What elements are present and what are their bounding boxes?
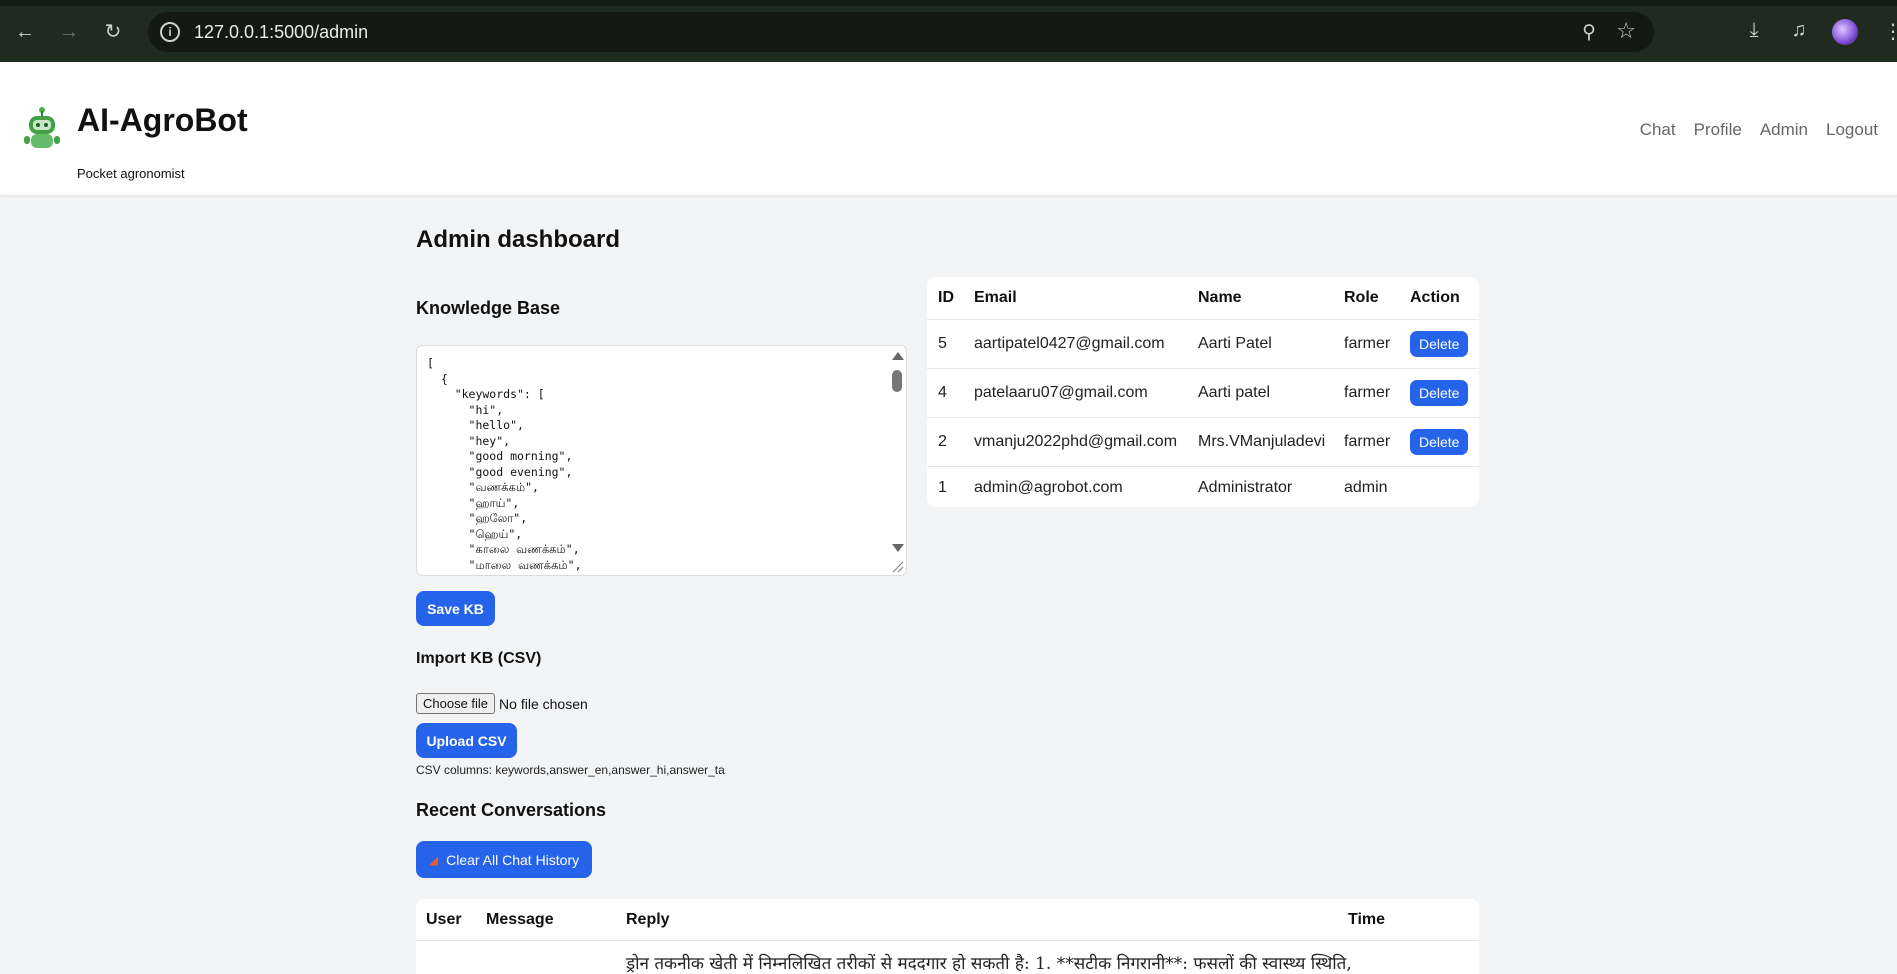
nav-profile[interactable]: Profile [1694,120,1742,140]
delete-user-button[interactable]: Delete [1410,379,1469,406]
zoom-icon[interactable]: ⚲ [1582,21,1596,44]
reload-icon[interactable]: ↻ [100,19,126,45]
knowledge-base-editor[interactable]: [ { "keywords": [ "hi", "hello", "hey", … [416,345,907,576]
column-header: Reply [626,911,670,928]
app-header: AI-AgroBot Pocket agronomist Chat Profil… [0,62,1897,196]
clear-chat-history-button[interactable]: ◢ Clear All Chat History [416,841,592,878]
column-header: Message [486,911,554,928]
user-action-empty [1399,466,1479,509]
import-kb-heading: Import KB (CSV) [416,650,542,667]
users-table: ID Email Name Role Action 5 aartipatel04… [927,277,1479,507]
forward-arrow-icon[interactable]: → [56,19,82,45]
app-subtitle: Pocket agronomist [77,166,185,181]
robot-logo-icon [24,107,60,148]
column-header: ID [927,277,963,320]
table-row: 5 aartipatel0427@gmail.com Aarti Patel f… [927,319,1479,369]
upload-csv-button[interactable]: Upload CSV [416,723,517,758]
user-id: 1 [938,478,947,496]
recent-conversations-heading: Recent Conversations [416,800,607,820]
user-name: Mrs.VManjuladevi [1187,417,1333,467]
choose-file-button[interactable]: Choose file [416,693,496,714]
table-row: 4 patelaaru07@gmail.com Aarti patel farm… [927,368,1479,418]
page-title: Admin dashboard [416,226,621,253]
user-role: admin [1344,478,1388,496]
broom-icon: ◢ [428,852,439,867]
back-arrow-icon[interactable]: ← [12,19,38,45]
column-header: Time [1348,911,1386,928]
user-name: Aarti Patel [1187,319,1333,369]
browser-toolbar: ← → ↻ i 127.0.0.1:5000/admin ⚲ ☆ ⤓ ♫ ⋮ [0,0,1897,62]
column-header: Role [1333,277,1399,320]
top-nav: Chat Profile Admin Logout [1640,120,1878,140]
user-role: farmer [1333,417,1399,467]
table-row: 1 admin@agrobot.com Administrator admin [927,466,1479,509]
delete-user-button[interactable]: Delete [1410,330,1469,357]
knowledge-base-textarea[interactable]: [ { "keywords": [ "hi", "hello", "hey", … [427,356,887,573]
nav-admin[interactable]: Admin [1760,120,1808,140]
user-email: patelaaru07@gmail.com [963,368,1187,418]
user-id: 5 [927,319,963,369]
conversation-reply: ड्रोन तकनीक खेती में निम्नलिखित तरीकों स… [626,954,1352,974]
file-input[interactable]: Choose file No file chosen [416,693,588,714]
nav-logout[interactable]: Logout [1826,120,1878,140]
resize-handle-icon[interactable] [890,559,904,573]
user-name: Aarti patel [1187,368,1333,418]
clear-chat-history-label: Clear All Chat History [446,851,580,868]
user-role: farmer [1333,319,1399,369]
tab-strip [0,0,1897,6]
column-header: User [426,911,462,928]
kb-scrollbar[interactable] [888,346,906,575]
media-control-icon[interactable]: ♫ [1786,19,1812,42]
delete-user-button[interactable]: Delete [1410,428,1469,455]
user-id: 2 [927,417,963,467]
conversations-table: User Message Reply Time ड्रोन तकनीक खेती… [416,899,1479,974]
scroll-down-arrow-icon[interactable] [892,544,904,552]
site-info-icon[interactable]: i [160,22,180,42]
knowledge-base-heading: Knowledge Base [416,298,561,318]
csv-columns-note: CSV columns: keywords,answer_en,answer_h… [416,763,725,777]
save-kb-button[interactable]: Save KB [416,591,495,626]
address-url[interactable]: 127.0.0.1:5000/admin [194,22,368,43]
file-status-text: No file chosen [499,695,588,712]
table-row: 2 vmanju2022phd@gmail.com Mrs.VManjulade… [927,417,1479,467]
column-header: Email [963,277,1187,320]
scroll-up-arrow-icon[interactable] [892,352,904,360]
user-name: Administrator [1198,478,1293,496]
scroll-thumb[interactable] [892,370,902,392]
user-email: aartipatel0427@gmail.com [963,319,1187,369]
column-header: Action [1399,277,1479,320]
conversations-table-header: User Message Reply Time [416,899,1479,941]
app-title: AI-AgroBot [77,102,248,138]
column-header: Name [1187,277,1333,320]
user-role: farmer [1333,368,1399,418]
profile-avatar-icon[interactable] [1832,19,1858,45]
bookmark-star-icon[interactable]: ☆ [1616,18,1636,44]
user-email: vmanju2022phd@gmail.com [963,417,1187,467]
address-bar[interactable]: i 127.0.0.1:5000/admin ⚲ ☆ [148,12,1654,52]
user-id: 4 [927,368,963,418]
users-table-header: ID Email Name Role Action [927,277,1479,320]
more-menu-icon[interactable]: ⋮ [1880,19,1897,44]
user-email: admin@agrobot.com [974,478,1123,496]
download-icon[interactable]: ⤓ [1741,19,1767,42]
nav-chat[interactable]: Chat [1640,120,1676,140]
